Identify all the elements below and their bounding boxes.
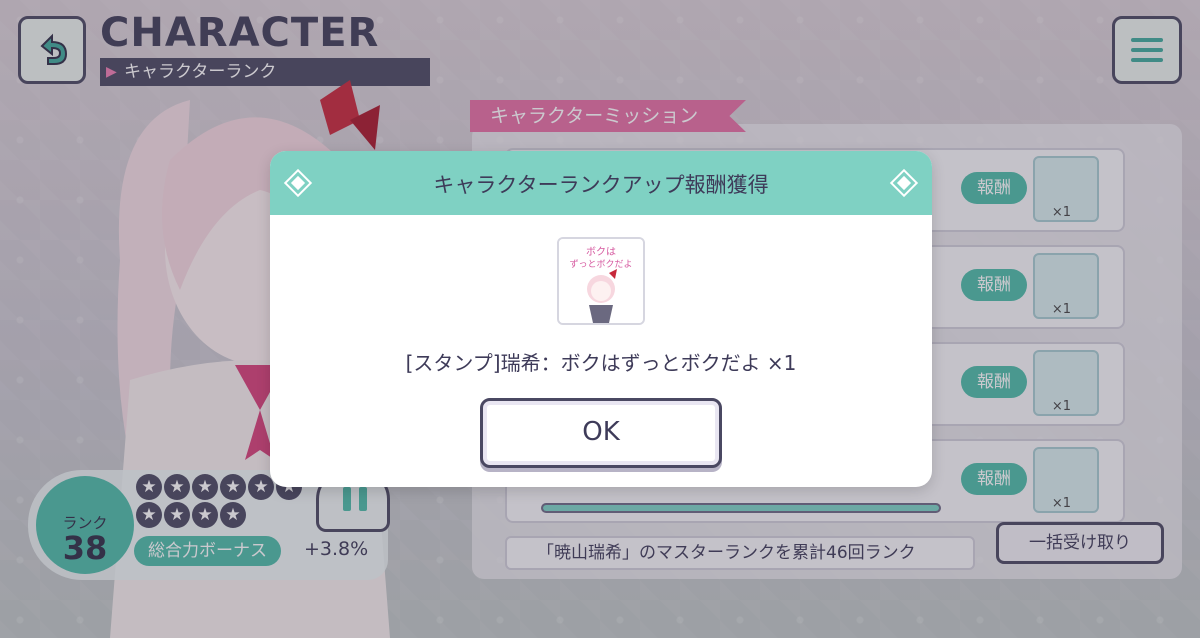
modal-title: キャラクターランクアップ報酬獲得: [433, 173, 769, 197]
ok-button[interactable]: OK: [480, 398, 722, 468]
reward-modal: キャラクターランクアップ報酬獲得 ボクは ずっとボクだよ [スタンプ]瑞希：ボク…: [270, 151, 932, 487]
diamond-icon: [286, 171, 310, 195]
diamond-icon: [892, 171, 916, 195]
stamp-caption: ボクは: [586, 246, 616, 258]
stamp-image: ボクは ずっとボクだよ: [559, 239, 643, 323]
svg-text:ずっとボクだよ: ずっとボクだよ: [569, 259, 632, 270]
modal-header: キャラクターランクアップ報酬獲得: [270, 151, 932, 215]
stamp-thumbnail[interactable]: ボクは ずっとボクだよ: [557, 237, 645, 325]
reward-description: [スタンプ]瑞希：ボクはずっとボクだよ ×1: [405, 351, 797, 375]
